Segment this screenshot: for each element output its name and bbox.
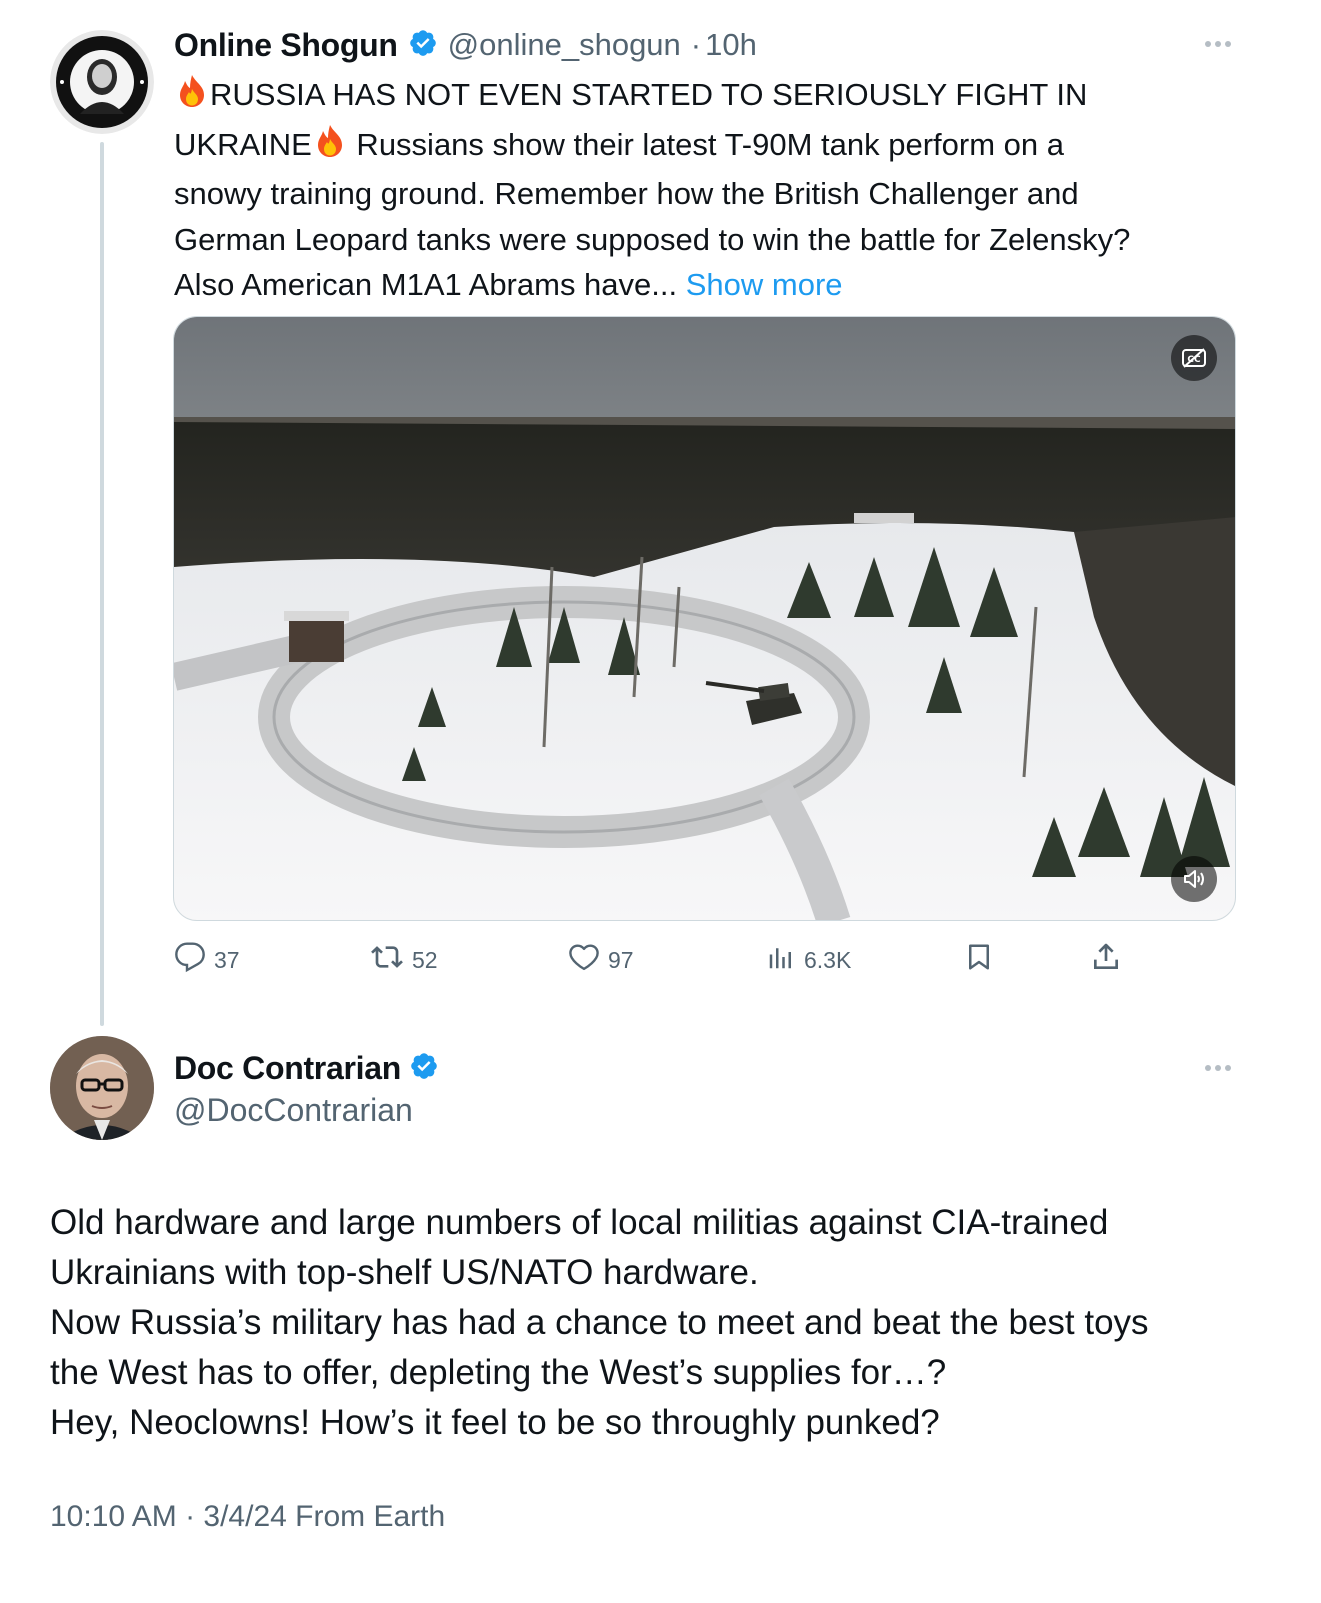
doc-contrarian-avatar[interactable] [50, 1036, 154, 1140]
author-name[interactable]: Online Shogun [174, 27, 398, 64]
captions-off-icon[interactable]: CC [1171, 335, 1217, 381]
unmute-speaker-icon[interactable] [1171, 856, 1217, 902]
reply-tweet-header: Doc Contrarian @DocContrarian [174, 1046, 439, 1129]
more-options-icon[interactable] [1203, 36, 1233, 52]
like-button[interactable]: 97 [568, 940, 634, 980]
show-more-link[interactable]: Show more [686, 267, 843, 302]
tweet-text-line: Old hardware and large numbers of local … [50, 1203, 1109, 1242]
reply-tweet-text: Old hardware and large numbers of local … [50, 1198, 1290, 1448]
tweet-text-line: Russians show their latest T-90M tank pe… [347, 126, 1065, 162]
verified-badge-icon [408, 28, 438, 63]
tweet-text-line: the West has to offer, depleting the Wes… [50, 1353, 947, 1392]
reply-count: 37 [214, 946, 240, 973]
online-shogun-avatar[interactable] [50, 30, 154, 134]
fire-emoji-icon [312, 123, 348, 172]
more-options-icon[interactable] [1203, 1060, 1233, 1076]
repost-count: 52 [412, 946, 438, 973]
author-handle[interactable]: @online_shogun [448, 27, 681, 63]
like-count: 97 [608, 946, 634, 973]
tweet-text-line: snowy training ground. Remember how the … [174, 176, 1079, 211]
post-time[interactable]: 10h [705, 27, 757, 63]
bookmark-button[interactable] [964, 940, 994, 980]
video-frame-tank-snow [174, 317, 1235, 920]
heart-icon [568, 941, 600, 979]
tweet-text-line: UKRAINE [174, 126, 312, 162]
views-chart-icon [766, 942, 796, 978]
share-upload-icon [1090, 941, 1122, 979]
repost-icon [370, 941, 404, 979]
views-button[interactable]: 6.3K [766, 940, 851, 980]
thread-connector-line [100, 142, 104, 1026]
tweet-text-line: Now Russia’s military has had a chance t… [50, 1303, 1149, 1342]
video-player[interactable]: CC [173, 316, 1236, 921]
tweet-text-line: RUSSIA HAS NOT EVEN STARTED TO SERIOUSLY… [210, 77, 1088, 112]
quoted-tweet-action-bar: 37 52 97 6.3K [174, 940, 1134, 980]
header-separator: · [690, 27, 702, 62]
bookmark-icon [964, 941, 994, 979]
quoted-tweet-text: RUSSIA HAS NOT EVEN STARTED TO SERIOUSLY… [174, 72, 1244, 308]
tweet-text-line: German Leopard tanks were supposed to wi… [174, 221, 1131, 257]
reply-button[interactable]: 37 [174, 940, 240, 980]
fire-emoji-icon [174, 73, 210, 122]
quoted-tweet-header: Online Shogun @online_shogun · 10h [174, 24, 757, 66]
author-name[interactable]: Doc Contrarian [174, 1050, 401, 1087]
views-count: 6.3K [804, 946, 852, 973]
tweet-text-line: Ukrainians with top-shelf US/NATO hardwa… [50, 1253, 759, 1292]
verified-badge-icon [409, 1051, 439, 1086]
repost-button[interactable]: 52 [370, 940, 438, 980]
share-button[interactable] [1090, 940, 1122, 980]
tweet-text-line: Hey, Neoclowns! How’s it feel to be so t… [50, 1403, 940, 1442]
author-handle[interactable]: @DocContrarian [174, 1092, 439, 1129]
tweet-text-line: Also American M1A1 Abrams have... [174, 267, 686, 302]
post-timestamp-meta[interactable]: 10:10 AM · 3/4/24 From Earth [50, 1500, 445, 1534]
reply-icon [174, 941, 206, 979]
